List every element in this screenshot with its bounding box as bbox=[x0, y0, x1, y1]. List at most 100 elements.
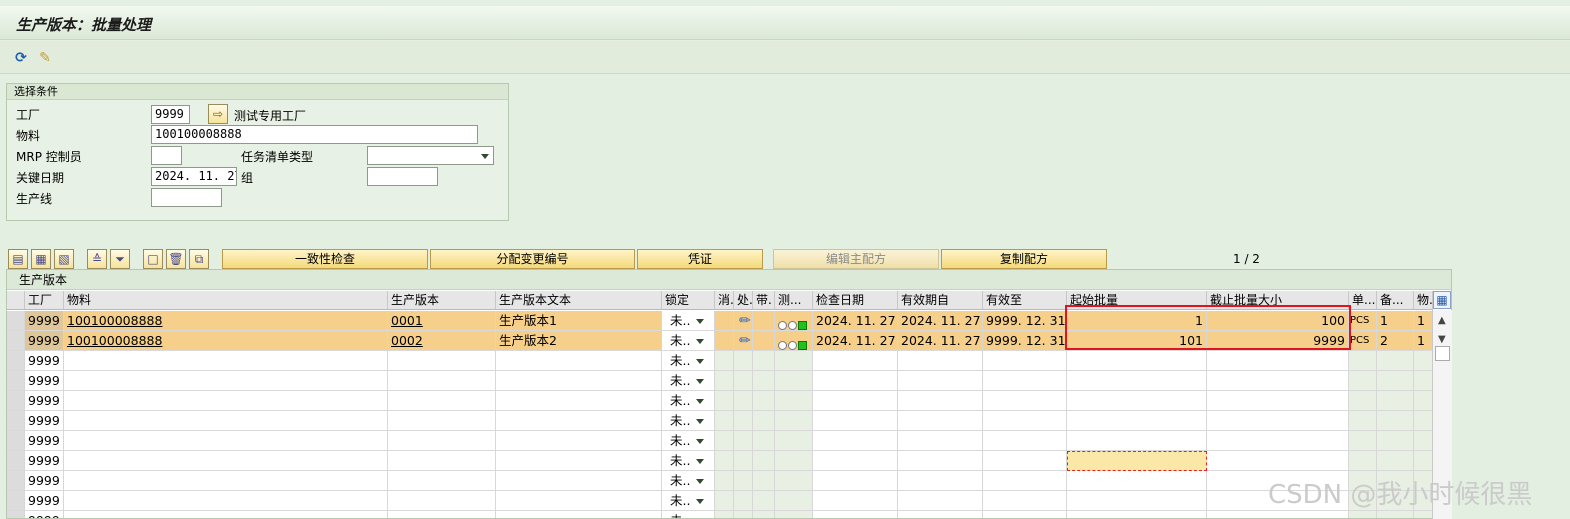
cell-material[interactable] bbox=[64, 511, 388, 518]
cell-lock[interactable]: 未.. bbox=[662, 511, 715, 518]
cell-lock[interactable]: 未.. bbox=[662, 391, 715, 411]
chevron-down-icon[interactable] bbox=[696, 379, 705, 384]
cell-material[interactable] bbox=[64, 371, 388, 391]
cell-to-lot[interactable] bbox=[1207, 411, 1349, 431]
chevron-down-icon[interactable] bbox=[696, 419, 705, 424]
cell-from-lot[interactable] bbox=[1067, 471, 1207, 491]
column-header-material[interactable]: 物料 bbox=[64, 291, 388, 310]
cell-version[interactable] bbox=[388, 451, 496, 471]
cell-lock[interactable]: 未.. bbox=[662, 351, 715, 371]
consistency-check-button[interactable]: 一致性检查 bbox=[222, 249, 428, 269]
cell-from-lot[interactable] bbox=[1067, 491, 1207, 511]
table-row[interactable]: 9999 未.. bbox=[7, 451, 1433, 471]
column-header-valid-from[interactable]: 有效期自 bbox=[898, 291, 983, 310]
cell-lock[interactable]: 未.. bbox=[662, 311, 715, 331]
cell-material[interactable] bbox=[64, 491, 388, 511]
cell-lock[interactable]: 未.. bbox=[662, 451, 715, 471]
cell-to-lot[interactable] bbox=[1207, 391, 1349, 411]
column-header-valid-to[interactable]: 有效至 bbox=[983, 291, 1067, 310]
select-all-rows-cell[interactable] bbox=[7, 291, 25, 310]
chevron-down-icon[interactable] bbox=[696, 479, 705, 484]
cell-version[interactable] bbox=[388, 511, 496, 518]
cell-version[interactable]: 0002 bbox=[388, 331, 496, 351]
column-header-proc[interactable]: 处. bbox=[734, 291, 753, 310]
cell-version[interactable] bbox=[388, 431, 496, 451]
cell-material[interactable] bbox=[64, 391, 388, 411]
cell-lock[interactable]: 未.. bbox=[662, 331, 715, 351]
chevron-down-icon[interactable] bbox=[696, 359, 705, 364]
cell-from-lot[interactable] bbox=[1067, 391, 1207, 411]
column-header-plant[interactable]: 工厂 bbox=[25, 291, 64, 310]
row-selector[interactable] bbox=[7, 511, 25, 518]
row-selector[interactable] bbox=[7, 371, 25, 391]
column-header-text[interactable]: 生产版本文本 bbox=[496, 291, 662, 310]
delete-icon[interactable]: 🗑 bbox=[166, 249, 186, 269]
cell-to-lot[interactable] bbox=[1207, 451, 1349, 471]
cell-material[interactable] bbox=[64, 471, 388, 491]
cell-version[interactable] bbox=[388, 491, 496, 511]
cell-version[interactable] bbox=[388, 471, 496, 491]
column-header-alt[interactable]: 备... bbox=[1377, 291, 1414, 310]
chevron-down-icon[interactable] bbox=[696, 439, 705, 444]
cell-material[interactable] bbox=[64, 431, 388, 451]
table-row[interactable]: 9999 未.. bbox=[7, 511, 1433, 518]
cell-version[interactable]: 0001 bbox=[388, 311, 496, 331]
cell-from-lot[interactable] bbox=[1067, 411, 1207, 431]
row-selector[interactable] bbox=[7, 471, 25, 491]
column-header-version[interactable]: 生产版本 bbox=[388, 291, 496, 310]
copy-recipe-button[interactable]: 复制配方 bbox=[941, 249, 1107, 269]
cell-lock[interactable]: 未.. bbox=[662, 371, 715, 391]
row-selector[interactable] bbox=[7, 311, 25, 331]
chevron-down-icon[interactable] bbox=[696, 399, 705, 404]
row-selector[interactable] bbox=[7, 351, 25, 371]
column-header-cancel[interactable]: 消. bbox=[715, 291, 734, 310]
table-row[interactable]: 9999 未.. bbox=[7, 491, 1433, 511]
row-selector[interactable] bbox=[7, 451, 25, 471]
material-input[interactable]: 100100008888 bbox=[151, 125, 478, 144]
history-icon[interactable]: ✎ bbox=[35, 48, 55, 68]
column-header-lock[interactable]: 锁定 bbox=[662, 291, 715, 310]
cell-material[interactable] bbox=[64, 351, 388, 371]
scroll-thumb[interactable] bbox=[1435, 346, 1450, 361]
cell-material[interactable] bbox=[64, 411, 388, 431]
table-row[interactable]: 9999 未.. bbox=[7, 351, 1433, 371]
scroll-down-icon[interactable]: ▼ bbox=[1438, 334, 1446, 345]
scroll-up-icon[interactable]: ▲ bbox=[1438, 315, 1446, 326]
column-header-unit[interactable]: 单... bbox=[1349, 291, 1377, 310]
production-line-input[interactable] bbox=[151, 188, 222, 207]
chevron-down-icon[interactable] bbox=[696, 319, 705, 324]
cell-to-lot[interactable] bbox=[1207, 511, 1349, 518]
chevron-down-icon[interactable] bbox=[696, 499, 705, 504]
chevron-down-icon[interactable] bbox=[696, 459, 705, 464]
chevron-down-icon[interactable] bbox=[696, 339, 705, 344]
table-row[interactable]: 9999 未.. bbox=[7, 471, 1433, 491]
row-selector[interactable] bbox=[7, 411, 25, 431]
cell-from-lot[interactable] bbox=[1067, 511, 1207, 518]
cell-to-lot[interactable] bbox=[1207, 351, 1349, 371]
cell-version[interactable] bbox=[388, 391, 496, 411]
column-header-mat[interactable]: 物. bbox=[1414, 291, 1433, 310]
deselect-all-icon[interactable]: ▧ bbox=[54, 249, 74, 269]
select-all-icon[interactable]: ▦ bbox=[31, 249, 51, 269]
cell-version[interactable] bbox=[388, 411, 496, 431]
cell-from-lot[interactable] bbox=[1067, 351, 1207, 371]
row-selector[interactable] bbox=[7, 491, 25, 511]
row-selector[interactable] bbox=[7, 391, 25, 411]
cell-from-lot[interactable] bbox=[1067, 431, 1207, 451]
cell-to-lot[interactable] bbox=[1207, 431, 1349, 451]
tasklist-type-select[interactable] bbox=[367, 146, 494, 165]
cell-version[interactable] bbox=[388, 371, 496, 391]
column-header-with[interactable]: 带. bbox=[753, 291, 775, 310]
voucher-button[interactable]: 凭证 bbox=[637, 249, 763, 269]
table-row[interactable]: 9999 未.. bbox=[7, 391, 1433, 411]
cell-lock[interactable]: 未.. bbox=[662, 491, 715, 511]
layout-settings-icon[interactable]: ▦ bbox=[1433, 291, 1451, 309]
table-row[interactable]: 9999 未.. bbox=[7, 371, 1433, 391]
group-input[interactable] bbox=[367, 167, 438, 186]
cell-to-lot[interactable] bbox=[1207, 371, 1349, 391]
assign-change-number-button[interactable]: 分配变更编号 bbox=[430, 249, 635, 269]
column-header-check-date[interactable]: 检查日期 bbox=[813, 291, 898, 310]
row-selector[interactable] bbox=[7, 431, 25, 451]
pencil-icon[interactable]: ✏ bbox=[737, 333, 751, 349]
cell-material[interactable]: 100100008888 bbox=[64, 331, 388, 351]
